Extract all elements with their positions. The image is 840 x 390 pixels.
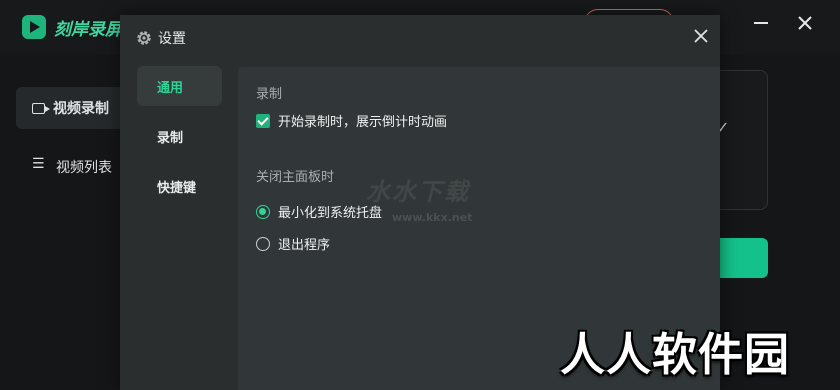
- app-close-icon[interactable]: [792, 10, 818, 36]
- watermark-faint: 水水下载: [366, 178, 470, 206]
- radio-button[interactable]: [256, 204, 270, 219]
- app-nav-label: 视频录制: [53, 101, 109, 117]
- video-camera-icon: [32, 102, 50, 114]
- radio-button[interactable]: [256, 236, 270, 251]
- countdown-checkbox-option[interactable]: 开始录制时，展示倒计时动画: [256, 111, 447, 130]
- tab-shortcuts[interactable]: 快捷键: [137, 166, 222, 206]
- watermark-big: 人人软件园: [560, 328, 791, 381]
- countdown-checkbox-label: 开始录制时，展示倒计时动画: [278, 115, 448, 130]
- app-nav-label: 视频列表: [56, 160, 112, 176]
- section-title-record: 录制: [256, 87, 283, 102]
- tab-general[interactable]: 通用: [137, 66, 222, 106]
- app-logo-icon: [22, 15, 46, 39]
- dialog-title-text: 设置: [158, 31, 186, 47]
- radio-minimize-to-tray[interactable]: 最小化到系统托盘: [256, 202, 382, 221]
- minimize-icon[interactable]: [749, 10, 775, 36]
- close-icon[interactable]: [692, 27, 710, 45]
- watermark-faint-url: www.kkx.net: [392, 211, 473, 224]
- section-title-close-panel: 关闭主面板时: [256, 170, 335, 185]
- countdown-checkbox[interactable]: [256, 113, 270, 128]
- settings-tabs: 通用 录制 快捷键: [120, 63, 238, 390]
- tab-record[interactable]: 录制: [137, 116, 222, 156]
- radio-exit-program[interactable]: 退出程序: [256, 234, 330, 253]
- gear-icon: [137, 31, 151, 45]
- list-icon: [32, 156, 48, 175]
- dialog-title: 设置: [136, 28, 186, 48]
- radio-label: 退出程序: [278, 238, 331, 253]
